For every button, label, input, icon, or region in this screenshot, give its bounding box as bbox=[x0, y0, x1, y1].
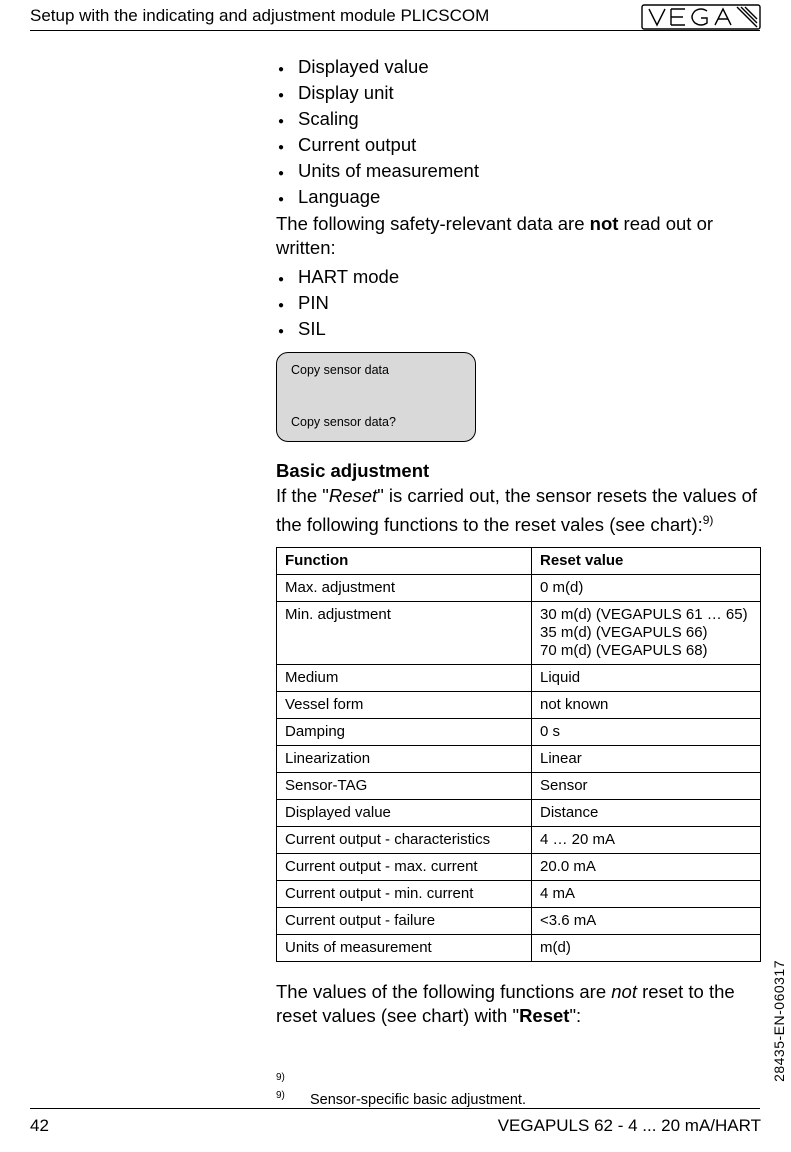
list-item: HART mode bbox=[298, 264, 761, 290]
lcd-line-1: Copy sensor data bbox=[291, 363, 461, 377]
cell: Linearization bbox=[277, 746, 532, 773]
reset-table: Function Reset value Max. adjustment0 m(… bbox=[276, 547, 761, 962]
reset-para: If the "Reset" is carried out, the senso… bbox=[276, 484, 761, 537]
cell: 30 m(d) (VEGAPULS 61 … 65) 35 m(d) (VEGA… bbox=[532, 602, 761, 665]
text: The following safety-relevant data are bbox=[276, 213, 590, 234]
cell: Current output - failure bbox=[277, 908, 532, 935]
lcd-line-2: Copy sensor data? bbox=[291, 415, 461, 429]
table-row: Vessel formnot known bbox=[277, 692, 761, 719]
text: ": bbox=[569, 1005, 581, 1026]
table-row: Damping0 s bbox=[277, 719, 761, 746]
cell: Max. adjustment bbox=[277, 575, 532, 602]
cell: Vessel form bbox=[277, 692, 532, 719]
cell: Sensor-TAG bbox=[277, 773, 532, 800]
text-italic: not bbox=[611, 981, 637, 1002]
not-reset-para: The values of the following functions ar… bbox=[276, 980, 761, 1028]
cell: 4 … 20 mA bbox=[532, 827, 761, 854]
table-row: MediumLiquid bbox=[277, 665, 761, 692]
table-row: Current output - characteristics4 … 20 m… bbox=[277, 827, 761, 854]
table-row: Current output - min. current4 mA bbox=[277, 881, 761, 908]
cell: Current output - min. current bbox=[277, 881, 532, 908]
footnote-text: Sensor-specific basic adjustment. bbox=[310, 1092, 526, 1108]
table-row: LinearizationLinear bbox=[277, 746, 761, 773]
cell: 20.0 mA bbox=[532, 854, 761, 881]
list-not-readout: HART mode PIN SIL bbox=[276, 264, 761, 342]
cell: Linear bbox=[532, 746, 761, 773]
cell: Min. adjustment bbox=[277, 602, 532, 665]
cell: 0 m(d) bbox=[532, 575, 761, 602]
cell: Displayed value bbox=[277, 800, 532, 827]
cell: Current output - max. current bbox=[277, 854, 532, 881]
footer-product: VEGAPULS 62 - 4 ... 20 mA/HART bbox=[498, 1116, 761, 1136]
list-item: Displayed value bbox=[298, 54, 761, 80]
cell: <3.6 mA bbox=[532, 908, 761, 935]
table-row: Displayed valueDistance bbox=[277, 800, 761, 827]
cell: Sensor bbox=[532, 773, 761, 800]
text-bold: Reset bbox=[519, 1005, 569, 1026]
table-header: Reset value bbox=[532, 548, 761, 575]
footnote-ref: 9) bbox=[703, 513, 714, 527]
text: If the " bbox=[276, 485, 329, 506]
cell: Medium bbox=[277, 665, 532, 692]
list-item: PIN bbox=[298, 290, 761, 316]
footnotes: 9) 9)Sensor-specific basic adjustment. bbox=[276, 1072, 526, 1108]
cell: 0 s bbox=[532, 719, 761, 746]
table-row: Current output - failure<3.6 mA bbox=[277, 908, 761, 935]
list-item: SIL bbox=[298, 316, 761, 342]
table-header: Function bbox=[277, 548, 532, 575]
lcd-display: Copy sensor data Copy sensor data? bbox=[276, 352, 476, 442]
footnote-mark: 9) bbox=[276, 1072, 310, 1083]
text-bold: not bbox=[590, 213, 619, 234]
subheading-basic-adjustment: Basic adjustment bbox=[276, 460, 761, 482]
table-row: Sensor-TAGSensor bbox=[277, 773, 761, 800]
list-item: Units of measurement bbox=[298, 158, 761, 184]
cell: Liquid bbox=[532, 665, 761, 692]
footnote-mark: 9) bbox=[276, 1090, 310, 1101]
cell: m(d) bbox=[532, 935, 761, 962]
doc-code-vertical: 28435-EN-060317 bbox=[771, 960, 787, 1082]
list-item: Language bbox=[298, 184, 761, 210]
header-rule bbox=[30, 30, 760, 31]
table-row: Max. adjustment0 m(d) bbox=[277, 575, 761, 602]
table-row: Current output - max. current20.0 mA bbox=[277, 854, 761, 881]
text-italic: Reset bbox=[329, 485, 377, 506]
table-row: Units of measurementm(d) bbox=[277, 935, 761, 962]
page-number: 42 bbox=[30, 1116, 49, 1136]
header-title: Setup with the indicating and adjustment… bbox=[30, 6, 489, 26]
cell: 4 mA bbox=[532, 881, 761, 908]
footer-rule bbox=[30, 1108, 760, 1109]
cell: not known bbox=[532, 692, 761, 719]
list-readout: Displayed value Display unit Scaling Cur… bbox=[276, 54, 761, 210]
text: The values of the following functions ar… bbox=[276, 981, 611, 1002]
cell: Current output - characteristics bbox=[277, 827, 532, 854]
cell: Damping bbox=[277, 719, 532, 746]
list-item: Current output bbox=[298, 132, 761, 158]
cell: Units of measurement bbox=[277, 935, 532, 962]
cell: Distance bbox=[532, 800, 761, 827]
table-row: Min. adjustment30 m(d) (VEGAPULS 61 … 65… bbox=[277, 602, 761, 665]
safety-para: The following safety-relevant data are n… bbox=[276, 212, 761, 260]
list-item: Display unit bbox=[298, 80, 761, 106]
table-header-row: Function Reset value bbox=[277, 548, 761, 575]
list-item: Scaling bbox=[298, 106, 761, 132]
